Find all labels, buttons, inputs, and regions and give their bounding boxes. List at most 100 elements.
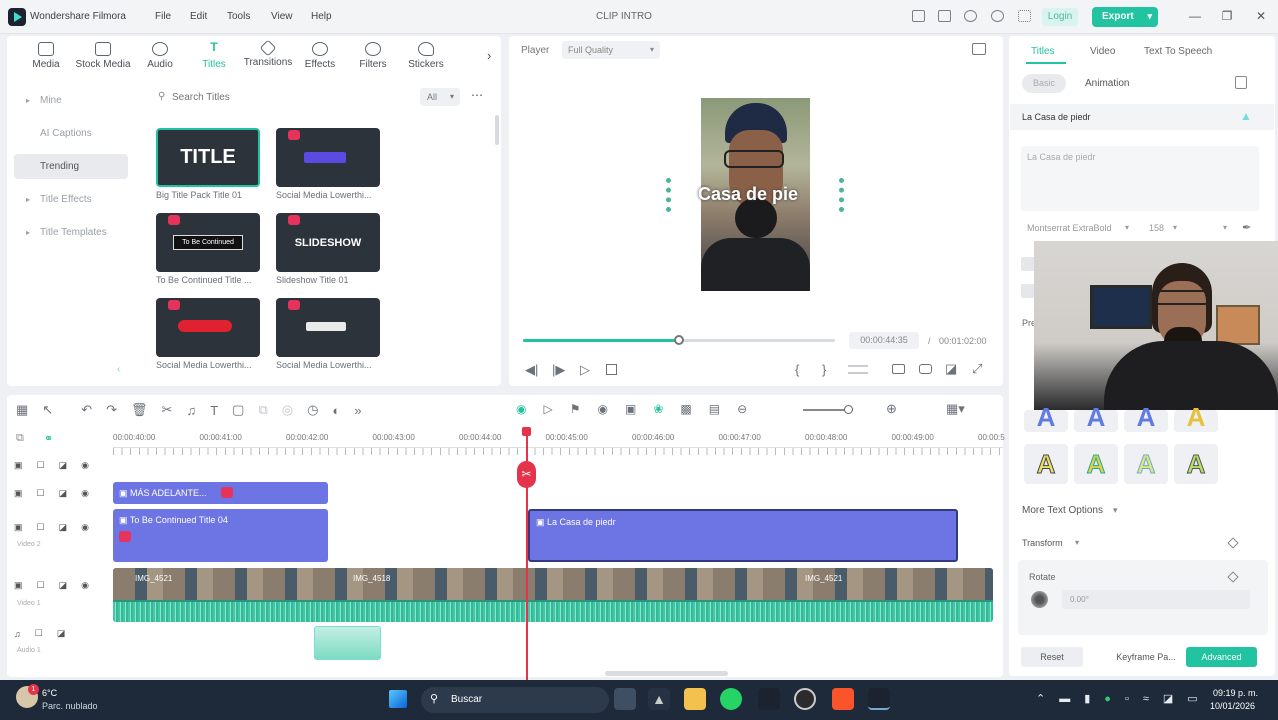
- title-clip-to-be-continued[interactable]: ▣ To Be Continued Title 04: [113, 509, 328, 562]
- cloud-icon[interactable]: [964, 10, 977, 22]
- timeline-layout-icon[interactable]: ▦▾: [946, 401, 965, 417]
- play-range-icon[interactable]: ▷: [543, 402, 552, 416]
- zoom-slider[interactable]: [803, 405, 853, 414]
- library-scrollbar[interactable]: [495, 115, 499, 145]
- title-thumb-slideshow[interactable]: SLIDESHOW Slideshow Title 01: [276, 213, 394, 285]
- tab-stickers[interactable]: Stickers: [398, 42, 454, 70]
- speaker-tray-icon[interactable]: ◪: [1163, 692, 1173, 705]
- video-clip-track[interactable]: IMG_4521 IMG_4518 IMG_4521: [113, 568, 993, 622]
- speaker-icon[interactable]: ◪: [59, 488, 68, 499]
- transform-label[interactable]: Transform: [1022, 538, 1063, 548]
- save-preset-icon[interactable]: [1235, 76, 1247, 89]
- select-icon[interactable]: ↖: [42, 402, 53, 418]
- fullscreen-icon[interactable]: ⤢: [972, 361, 982, 377]
- title-thumb-big-title[interactable]: TITLE Big Title Pack Title 01: [156, 128, 274, 200]
- playhead-knob[interactable]: [674, 335, 684, 345]
- crop-icon[interactable]: ▢: [232, 402, 244, 418]
- zoom-slider-knob[interactable]: [844, 405, 853, 414]
- font-family-select[interactable]: Montserrat ExtraBold ▾: [1021, 219, 1133, 237]
- brave-browser-icon[interactable]: [832, 688, 854, 710]
- menu-edit[interactable]: Edit: [190, 11, 207, 22]
- layer-row[interactable]: La Casa de piedr ▲: [1010, 104, 1274, 130]
- redo-icon[interactable]: ↷: [106, 402, 117, 418]
- speed-icon[interactable]: ◷: [307, 402, 318, 418]
- bold-toggle[interactable]: [1021, 257, 1035, 271]
- sidebar-item-title-templates[interactable]: ▸ Title Templates: [14, 220, 128, 245]
- freeze-icon[interactable]: ⧉: [258, 402, 267, 418]
- step-forward-icon[interactable]: |▶: [552, 362, 565, 378]
- italic-toggle[interactable]: [1021, 284, 1035, 298]
- eyedropper-icon[interactable]: ✒: [1242, 221, 1251, 234]
- tab-stock-media[interactable]: Stock Media: [75, 42, 131, 70]
- subtab-basic[interactable]: Basic: [1022, 74, 1066, 93]
- menu-tools[interactable]: Tools: [227, 11, 250, 22]
- more-options-icon[interactable]: ⋯: [471, 88, 483, 102]
- rotate-input[interactable]: 0.00°: [1062, 590, 1250, 609]
- delete-icon[interactable]: 🗑: [131, 402, 148, 418]
- display-icon[interactable]: [892, 364, 905, 374]
- title-clip-mas-adelante[interactable]: ▣ MÁS ADELANTE...: [113, 482, 328, 504]
- reset-button[interactable]: Reset: [1021, 647, 1083, 667]
- tab-effects[interactable]: Effects: [292, 42, 348, 70]
- sidebar-item-title-effects[interactable]: ▸ Title Effects: [14, 187, 128, 212]
- playhead-top-icon[interactable]: [522, 427, 531, 436]
- font-size-select[interactable]: 158 ▾: [1143, 219, 1181, 237]
- insert-icon[interactable]: [848, 365, 868, 374]
- stop-icon[interactable]: [606, 364, 617, 375]
- taskbar-search[interactable]: ⚲ Buscar: [421, 687, 609, 713]
- title-thumb-to-be-continued[interactable]: To Be Continued To Be Continued Title ..…: [156, 213, 274, 285]
- whatsapp-icon[interactable]: [720, 688, 742, 710]
- ai-icon[interactable]: ❀: [653, 402, 663, 416]
- speaker-icon[interactable]: ◪: [59, 580, 68, 591]
- advanced-button[interactable]: Advanced: [1186, 647, 1257, 667]
- volume-icon[interactable]: ◪: [945, 361, 957, 377]
- text-style-preset[interactable]: A: [1074, 444, 1118, 484]
- eye-icon[interactable]: ◉: [81, 580, 89, 591]
- keyframe-panel-button[interactable]: Keyframe Pa...: [1113, 647, 1179, 667]
- mic-icon[interactable]: ◉: [597, 402, 607, 416]
- track-lock-icon[interactable]: ☐: [37, 580, 45, 591]
- pip-icon[interactable]: ▩: [680, 402, 691, 416]
- clock-date[interactable]: 10/01/2026: [1210, 701, 1255, 711]
- search-input[interactable]: [172, 88, 412, 106]
- undo-icon[interactable]: ↶: [81, 402, 92, 418]
- add-track-icon[interactable]: ⧉: [16, 432, 24, 445]
- tab-titles[interactable]: T Titles: [186, 41, 242, 70]
- marker-icon[interactable]: ⚑: [570, 402, 581, 416]
- mark-in-icon[interactable]: {: [795, 362, 799, 377]
- grid-icon[interactable]: ▦: [16, 402, 28, 418]
- text-style-preset[interactable]: A: [1124, 444, 1168, 484]
- sidebar-item-trending[interactable]: Trending: [14, 154, 128, 179]
- microphone-icon[interactable]: ●: [1104, 693, 1111, 705]
- export-button[interactable]: Export ▾: [1092, 7, 1158, 27]
- step-back-icon[interactable]: ◀|: [525, 362, 538, 378]
- tray-app-icon[interactable]: ▬: [1059, 693, 1070, 705]
- text-style-preset[interactable]: A: [1124, 404, 1168, 432]
- obs-icon[interactable]: [794, 688, 816, 710]
- text-icon[interactable]: T: [210, 403, 218, 418]
- text-box-handle-right[interactable]: [839, 178, 845, 212]
- mark-out-icon[interactable]: }: [822, 362, 826, 377]
- camera-icon[interactable]: [919, 364, 932, 374]
- sidebar-item-mine[interactable]: ▸ Mine: [14, 88, 128, 113]
- color-icon[interactable]: ◎: [282, 402, 293, 418]
- support-icon[interactable]: [991, 10, 1004, 22]
- text-style-preset[interactable]: A: [1024, 404, 1068, 432]
- chevron-down-icon[interactable]: ▾: [1113, 505, 1118, 516]
- audio-edit-icon[interactable]: ♫: [186, 403, 196, 418]
- filmora-task-icon[interactable]: [758, 688, 780, 710]
- playback-progress-track[interactable]: [523, 335, 835, 345]
- apps-icon[interactable]: [1018, 10, 1031, 22]
- task-view-icon[interactable]: [614, 688, 636, 710]
- tab-text-to-speech[interactable]: Text To Speech: [1144, 46, 1212, 57]
- tab-video-props[interactable]: Video: [1090, 46, 1115, 57]
- eye-icon[interactable]: ◉: [81, 488, 89, 499]
- title-thumb-social-media-2[interactable]: Social Media Lowerthi...: [156, 298, 274, 370]
- title-thumb-social-media-3[interactable]: Social Media Lowerthi...: [276, 298, 394, 370]
- battery-icon[interactable]: ▭: [1187, 692, 1197, 705]
- file-explorer-icon[interactable]: [684, 688, 706, 710]
- link-icon[interactable]: ⚭: [44, 432, 53, 445]
- windows-start-icon[interactable]: [389, 690, 407, 708]
- minimize-icon[interactable]: —: [1188, 9, 1202, 23]
- track-lock-icon[interactable]: ☐: [37, 522, 45, 533]
